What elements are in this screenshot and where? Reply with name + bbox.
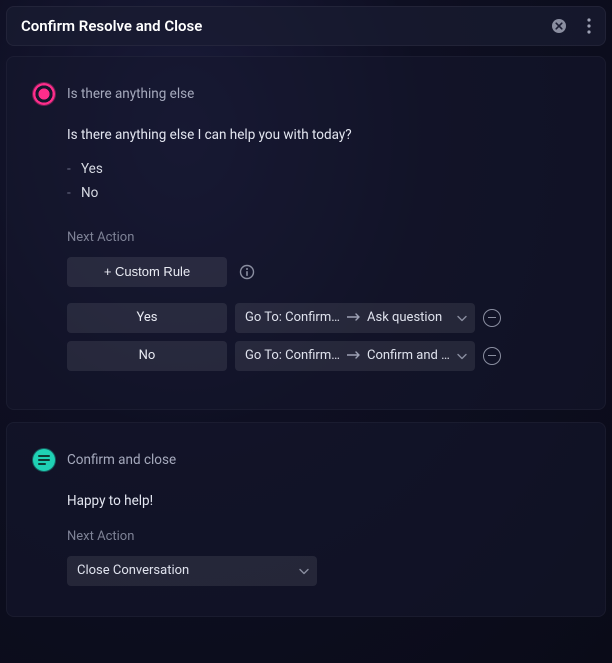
more-icon[interactable] (587, 18, 591, 34)
choice-item: Yes (67, 157, 579, 181)
page-title: Confirm Resolve and Close (21, 17, 551, 35)
close-icon[interactable] (551, 18, 567, 34)
goto-target: Ask question (367, 310, 442, 325)
header-bar: Confirm Resolve and Close (6, 6, 606, 46)
chevron-down-icon (457, 310, 467, 325)
prompt-text: Is there anything else I can help you wi… (67, 127, 579, 143)
chevron-down-icon (299, 563, 309, 578)
node-card-text: Confirm and close Happy to help! Next Ac… (6, 422, 606, 617)
action-row: Yes Go To: Confirm Resolve and Close Ask… (67, 303, 579, 333)
text-node-icon (33, 449, 55, 471)
goto-prefix: Go To: Confirm Resolve and Close (245, 348, 341, 363)
arrow-right-icon (347, 310, 361, 325)
question-node-icon (33, 83, 55, 105)
goto-target: Confirm and close (367, 348, 455, 363)
add-custom-rule-button[interactable]: + Custom Rule (67, 257, 227, 287)
node-title: Is there anything else (67, 86, 194, 102)
close-action-select[interactable]: Close Conversation (67, 556, 317, 586)
answer-pill-yes[interactable]: Yes (67, 303, 227, 333)
choice-list: Yes No (67, 157, 579, 206)
goto-select-yes[interactable]: Go To: Confirm Resolve and Close Ask que… (235, 303, 475, 333)
remove-row-button[interactable] (483, 347, 501, 365)
answer-pill-no[interactable]: No (67, 341, 227, 371)
close-action-value: Close Conversation (77, 563, 189, 578)
chevron-down-icon (457, 348, 467, 363)
next-action-label: Next Action (67, 230, 579, 245)
next-action-label: Next Action (67, 529, 579, 544)
choice-item: No (67, 181, 579, 205)
header-actions (551, 18, 591, 34)
node-title: Confirm and close (67, 452, 176, 468)
node-card-question: Is there anything else Is there anything… (6, 56, 606, 410)
info-icon[interactable] (239, 264, 255, 280)
goto-select-no[interactable]: Go To: Confirm Resolve and Close Confirm… (235, 341, 475, 371)
arrow-right-icon (347, 348, 361, 363)
remove-row-button[interactable] (483, 309, 501, 327)
goto-prefix: Go To: Confirm Resolve and Close (245, 310, 341, 325)
action-row: No Go To: Confirm Resolve and Close Conf… (67, 341, 579, 371)
prompt-text: Happy to help! (67, 493, 579, 509)
